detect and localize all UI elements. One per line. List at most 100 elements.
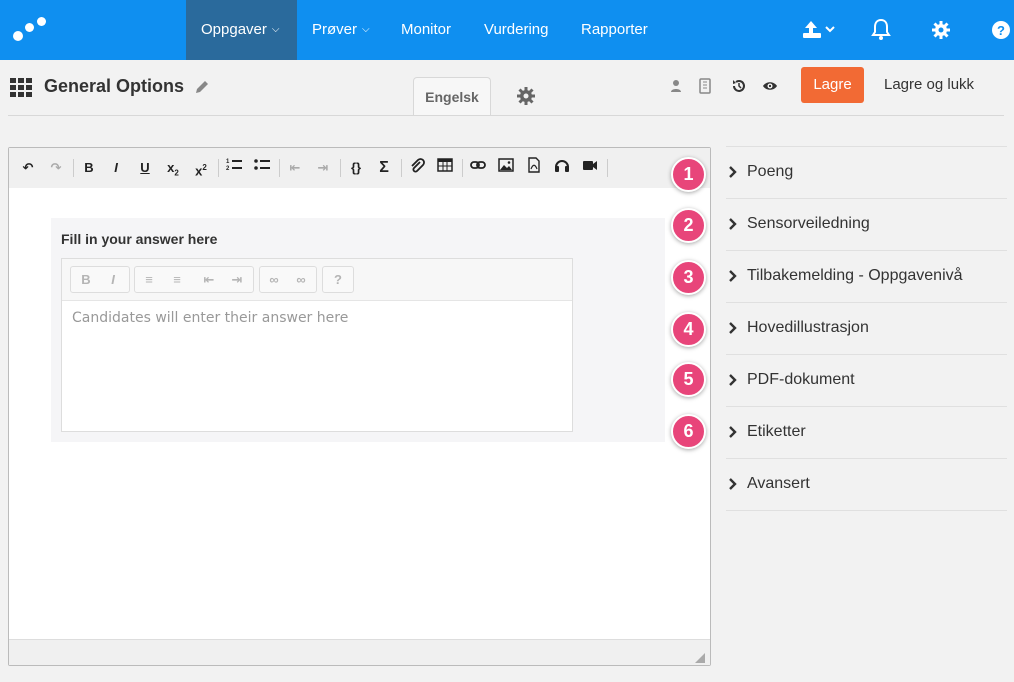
toolbar-divider [462, 159, 463, 177]
undo-icon[interactable]: ↶ [17, 157, 39, 179]
header-divider [8, 115, 1004, 116]
sidebar-item-tilbakemelding[interactable]: Tilbakemelding - Oppgavenivå [726, 250, 1007, 302]
attachment-icon[interactable] [406, 157, 428, 179]
sigma-icon[interactable]: Σ [373, 157, 395, 179]
sidebar-item-etiketter[interactable]: Etiketter [726, 406, 1007, 458]
bold-icon[interactable]: B [78, 157, 100, 179]
sidebar-divider [726, 510, 1007, 511]
link-icon: ∞ [269, 272, 279, 287]
callout-badge: 2 [671, 208, 706, 243]
answer-format-group: B I [70, 266, 130, 293]
pdf-icon[interactable] [523, 157, 545, 179]
answer-help-group: ? [322, 266, 354, 293]
help-icon: ? [334, 272, 342, 287]
svg-text:?: ? [997, 23, 1005, 38]
answer-placeholder: Candidates will enter their answer here [72, 310, 349, 326]
indent-icon: ⇥ [231, 272, 243, 287]
save-and-close-button[interactable]: Lagre og lukk [884, 67, 974, 103]
toolbar-divider [340, 159, 341, 177]
answer-toolbar: B I ≡ ≡ ⇤ ⇥ ∞ ∞ ? [62, 259, 572, 301]
outdent-icon[interactable]: ⇤ [284, 157, 306, 179]
svg-text:2: 2 [226, 166, 230, 172]
history-icon[interactable] [731, 78, 747, 94]
audio-icon[interactable] [551, 157, 573, 179]
language-settings-gear-icon[interactable] [516, 86, 536, 106]
nav-oppgaver[interactable]: Oppgaver ⌵ [186, 0, 297, 60]
nav-oppgaver-label: Oppgaver [201, 21, 267, 38]
nav-monitor-label: Monitor [401, 21, 452, 38]
question-block: Fill in your answer here B I ≡ ≡ ⇤ ⇥ ∞ ∞ [51, 218, 665, 442]
question-label: Fill in your answer here [61, 231, 218, 247]
user-icon[interactable] [668, 78, 684, 94]
callout-badge: 1 [671, 157, 706, 192]
answer-list-group: ≡ ≡ ⇤ ⇥ [134, 266, 254, 293]
toolbar-divider [73, 159, 74, 177]
image-icon[interactable] [495, 157, 517, 179]
rich-text-editor[interactable]: ↶ ↷ B I U x2 x2 12 ⇤ ⇥ {} Σ Fill in your… [8, 147, 711, 666]
unlink-icon: ∞ [296, 272, 306, 287]
toolbar-divider [401, 159, 402, 177]
callout-badge: 6 [671, 414, 706, 449]
tab-language[interactable]: Engelsk [413, 77, 491, 116]
device-icon[interactable] [697, 78, 713, 94]
italic-icon[interactable]: I [105, 157, 127, 179]
sidebar-item-label: Poeng [747, 163, 794, 180]
editor-statusbar [9, 639, 710, 665]
sidebar-item-label: Avansert [747, 475, 810, 492]
indent-icon[interactable]: ⇥ [312, 157, 334, 179]
bell-icon[interactable] [871, 18, 895, 42]
edit-pencil-icon[interactable] [194, 79, 210, 95]
svg-text:1: 1 [226, 159, 230, 165]
italic-icon: I [111, 272, 115, 287]
nav-rapporter[interactable]: Rapporter [566, 0, 663, 60]
upload-icon[interactable] [802, 18, 838, 42]
toolbar-divider [218, 159, 219, 177]
table-icon[interactable] [434, 157, 456, 179]
sidebar-item-label: Sensorveiledning [747, 215, 870, 232]
bullet-list-icon[interactable] [251, 157, 273, 179]
sidebar-item-avansert[interactable]: Avansert [726, 458, 1007, 510]
nav-monitor[interactable]: Monitor [386, 0, 466, 60]
nav-prover-label: Prøver [312, 21, 357, 38]
save-button[interactable]: Lagre [801, 67, 864, 103]
chevron-right-icon [728, 165, 738, 179]
resize-handle-icon[interactable] [695, 650, 705, 663]
callout-badge: 5 [671, 362, 706, 397]
ordered-list-icon[interactable]: 12 [223, 157, 245, 179]
nav-prover[interactable]: Prøver ⌵ [297, 0, 385, 60]
chevron-right-icon [728, 217, 738, 231]
sidebar-item-label: Etiketter [747, 423, 806, 440]
nav-vurdering[interactable]: Vurdering [469, 0, 563, 60]
chevron-right-icon [728, 321, 738, 335]
superscript-icon[interactable]: x2 [190, 157, 212, 179]
braces-icon[interactable]: {} [345, 157, 367, 179]
subscript-icon[interactable]: x2 [162, 157, 184, 179]
editor-toolbar: ↶ ↷ B I U x2 x2 12 ⇤ ⇥ {} Σ [9, 148, 710, 188]
app-logo[interactable] [11, 15, 51, 45]
chevron-down-icon: ⌵ [362, 24, 370, 35]
help-icon[interactable]: ? [991, 18, 1014, 42]
sidebar-item-sensorveiledning[interactable]: Sensorveiledning [726, 198, 1007, 250]
sidebar-item-label: PDF-dokument [747, 371, 855, 388]
underline-icon[interactable]: U [134, 157, 156, 179]
chevron-right-icon [728, 425, 738, 439]
nav-rapporter-label: Rapporter [581, 21, 648, 38]
ordered-list-icon: ≡ [145, 272, 153, 287]
answer-box: B I ≡ ≡ ⇤ ⇥ ∞ ∞ ? Candidates will enter … [61, 258, 573, 432]
sidebar-item-pdf-dokument[interactable]: PDF-dokument [726, 354, 1007, 406]
toolbar-divider [279, 159, 280, 177]
chevron-right-icon [728, 477, 738, 491]
link-icon[interactable] [467, 157, 489, 179]
grid-menu-icon[interactable] [10, 78, 34, 98]
sidebar-item-poeng[interactable]: Poeng [726, 146, 1007, 198]
bullet-list-icon: ≡ [173, 272, 181, 287]
chevron-right-icon [728, 373, 738, 387]
nav-vurdering-label: Vurdering [484, 21, 549, 38]
video-icon[interactable] [579, 157, 601, 179]
gear-icon[interactable] [931, 18, 955, 42]
redo-icon[interactable]: ↷ [45, 157, 67, 179]
preview-eye-icon[interactable] [762, 78, 778, 94]
callout-badge: 4 [671, 312, 706, 347]
toolbar-divider [607, 159, 608, 177]
sidebar-item-hovedillustrasjon[interactable]: Hovedillustrasjon [726, 302, 1007, 354]
